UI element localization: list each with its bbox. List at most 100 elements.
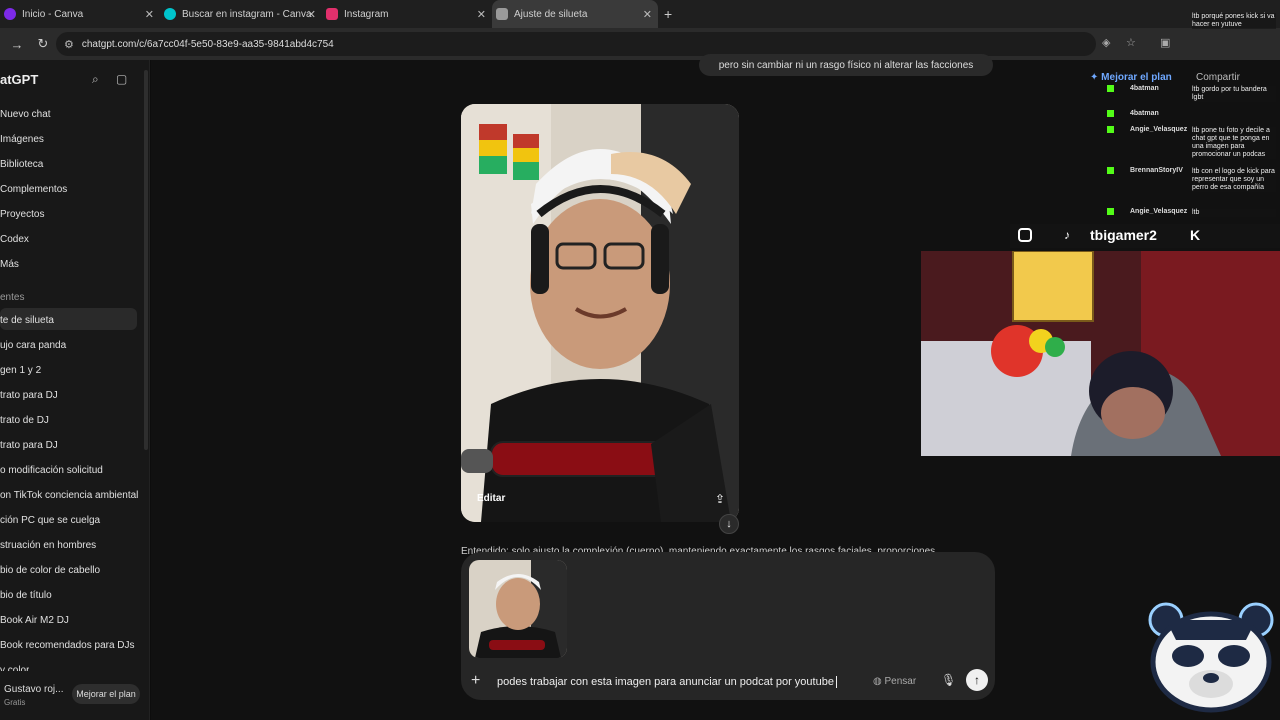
scroll-down-button[interactable]: ↓ (719, 514, 739, 534)
sidebar-item-codex[interactable]: Codex (0, 234, 29, 245)
tab-inicio-canva[interactable]: Inicio - Canva ✕ (0, 0, 160, 28)
microphone-icon[interactable]: 🎙 (941, 673, 956, 687)
chat-history-item[interactable]: y color (0, 665, 29, 671)
close-icon[interactable]: ✕ (145, 8, 154, 21)
chat-history-item[interactable]: gen 1 y 2 (0, 365, 41, 376)
chat-history-item[interactable]: ujo cara panda (0, 340, 66, 351)
plus-icon[interactable]: + (471, 672, 480, 690)
close-icon[interactable]: ✕ (477, 8, 486, 21)
chat-history-item[interactable]: bio de color de cabello (0, 565, 100, 576)
reload-icon[interactable]: ↻ (34, 36, 52, 52)
user-plan: Gratis (4, 698, 26, 707)
chat-history-item[interactable]: ción PC que se cuelga (0, 515, 100, 526)
share-icon[interactable]: ⇪ (715, 492, 725, 506)
webcam-overlay (921, 251, 1280, 456)
chat-history-item[interactable]: te de silueta (0, 315, 54, 326)
thumbnail-illustration (469, 560, 567, 658)
chatgpt-icon (496, 8, 508, 20)
panda-icon (1148, 602, 1274, 713)
chat-history-item[interactable]: trato de DJ (0, 415, 49, 426)
canva-icon (4, 8, 16, 20)
chat-history-item[interactable]: o modificación solicitud (0, 465, 103, 476)
chat-history-item[interactable]: Book Air M2 DJ (0, 615, 69, 626)
sidebar-item-complementos[interactable]: Complementos (0, 184, 67, 195)
social-overlay-bar: ♪ tbigamer2 K (1010, 224, 1280, 248)
send-button[interactable]: ↑ (966, 669, 988, 691)
new-tab-icon[interactable]: + (664, 6, 672, 22)
share-chat-button[interactable]: Compartir (1196, 72, 1240, 83)
sidebar-section-label: entes (0, 292, 25, 303)
webcam-illustration (921, 251, 1280, 456)
think-label: Pensar (884, 676, 917, 687)
kick-badge-icon (1107, 167, 1114, 174)
tab-instagram[interactable]: Instagram ✕ (322, 0, 492, 28)
chat-username: 4batman (1130, 110, 1159, 117)
app-brand[interactable]: atGPT (0, 72, 38, 87)
chat-username: Angie_Velasquez (1130, 208, 1188, 215)
panda-mascot-logo (1146, 600, 1276, 714)
kick-icon: K (1190, 227, 1201, 243)
sidebar-item-imagenes[interactable]: Imágenes (0, 134, 44, 145)
chat-username: 4batman (1130, 85, 1159, 92)
chat-history-item[interactable]: trato para DJ (0, 440, 58, 451)
chat-history-item[interactable]: on TikTok conciencia ambiental (0, 490, 138, 501)
user-message: pero sin cambiar ni un rasgo físico ni a… (699, 54, 993, 76)
site-settings-icon[interactable]: ⚙ (64, 38, 74, 51)
tab-label: Inicio - Canva (22, 8, 84, 20)
think-toggle[interactable]: ◍ Pensar (873, 676, 916, 687)
tab-label: Instagram (344, 8, 389, 20)
chat-username: Angie_Velasquez (1130, 126, 1188, 133)
url-field[interactable]: ⚙ chatgpt.com/c/6a7cc04f-5e50-83e9-aa35-… (56, 32, 1096, 56)
instagram-icon (326, 8, 338, 20)
user-name[interactable]: Gustavo roj... (4, 684, 63, 695)
tab-ajuste-silueta[interactable]: Ajuste de silueta ✕ (492, 0, 658, 28)
kick-badge-icon (1107, 126, 1114, 133)
upgrade-plan-button[interactable]: Mejorar el plan (72, 684, 140, 704)
kick-badge-icon (1107, 110, 1114, 117)
chat-message: ltb con el logo de kick para representar… (1192, 168, 1276, 192)
chat-username: BrennanStoryIV (1130, 167, 1183, 174)
tab-label: Ajuste de silueta (514, 8, 588, 20)
address-bar-row: → ↻ ⚙ chatgpt.com/c/6a7cc04f-5e50-83e9-a… (0, 28, 1280, 60)
close-icon[interactable]: ✕ (307, 8, 316, 21)
portrait-illustration (461, 104, 739, 522)
sidebar: atGPT ⌕ ▢ Nuevo chat Imágenes Biblioteca… (0, 60, 150, 720)
bookmark-icon[interactable]: ☆ (1126, 36, 1136, 49)
tiktok-icon: ♪ (1064, 228, 1070, 242)
chat-history-item[interactable]: bio de título (0, 590, 52, 601)
sidebar-item-biblioteca[interactable]: Biblioteca (0, 159, 43, 170)
url-text: chatgpt.com/c/6a7cc04f-5e50-83e9-aa35-98… (81, 38, 334, 50)
sidebar-item-nuevo-chat[interactable]: Nuevo chat (0, 109, 51, 120)
edit-image-button[interactable]: Editar (477, 493, 505, 504)
chat-message: ltb (1192, 209, 1276, 217)
search-icon[interactable]: ⌕ (92, 72, 99, 87)
chat-message: ltb porqué pones kick si va hacer en yut… (1192, 13, 1276, 29)
upgrade-label: Mejorar el plan (1101, 72, 1172, 83)
extensions-puzzle-icon[interactable]: ▣ (1160, 36, 1170, 49)
sidebar-item-proyectos[interactable]: Proyectos (0, 209, 44, 220)
sidebar-toggle-icon[interactable]: ▢ (116, 72, 127, 86)
streamer-handle: tbigamer2 (1090, 227, 1157, 243)
message-composer: + podes trabajar con esta imagen para an… (461, 552, 995, 700)
chat-message: ltb gordo por tu bandera lgbt (1192, 86, 1276, 102)
forward-icon[interactable]: → (8, 37, 26, 52)
kick-badge-icon (1107, 208, 1114, 215)
text-caret (835, 676, 837, 689)
prompt-input[interactable]: podes trabajar con esta imagen para anun… (497, 676, 837, 689)
kick-badge-icon (1107, 85, 1114, 92)
chat-message: ltb pone tu foto y decile a chat gpt que… (1192, 127, 1276, 159)
attached-image-thumbnail[interactable] (469, 560, 567, 658)
tab-buscar-canva[interactable]: Buscar en instagram - Canva ✕ (160, 0, 322, 28)
sidebar-item-mas[interactable]: Más (0, 259, 19, 270)
canva-icon (164, 8, 176, 20)
chat-history-item[interactable]: trato para DJ (0, 390, 58, 401)
sidebar-scrollbar[interactable] (144, 70, 148, 450)
extension-icon[interactable]: ◈ (1102, 36, 1110, 49)
chat-history-item[interactable]: struación en hombres (0, 540, 96, 551)
chat-history-item[interactable]: Book recomendados para DJs (0, 640, 135, 651)
close-icon[interactable]: ✕ (643, 8, 652, 21)
generated-image[interactable]: Editar ⇪ (461, 104, 739, 522)
prompt-text: podes trabajar con esta imagen para anun… (497, 676, 834, 688)
upgrade-plan-link[interactable]: ✦ Mejorar el plan (1090, 72, 1172, 83)
browser-tab-bar: Inicio - Canva ✕ Buscar en instagram - C… (0, 0, 1280, 28)
